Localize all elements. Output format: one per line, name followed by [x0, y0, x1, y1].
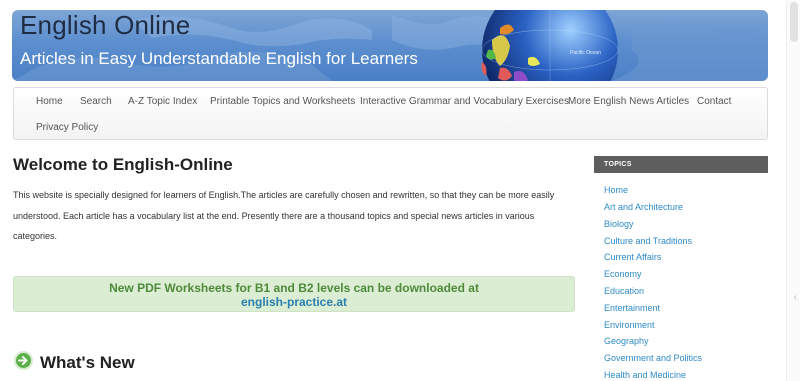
nav-interactive-exercises[interactable]: Interactive Grammar and Vocabulary Exerc…: [360, 96, 569, 107]
topic-link-environment[interactable]: Environment: [604, 320, 655, 330]
topic-link-art-architecture[interactable]: Art and Architecture: [604, 202, 683, 212]
topics-header: TOPICS: [594, 156, 768, 173]
side-collapse-icon[interactable]: ‹: [794, 292, 797, 303]
nav-privacy-policy[interactable]: Privacy Policy: [36, 122, 98, 133]
intro-paragraph: This website is specially designed for l…: [13, 190, 555, 241]
nav-home[interactable]: Home: [36, 96, 63, 107]
main-navigation: Home Search A-Z Topic Index Printable To…: [13, 87, 768, 140]
nav-search[interactable]: Search: [80, 96, 112, 107]
notice-text: New PDF Worksheets for B1 and B2 levels …: [109, 281, 479, 295]
topic-link-home[interactable]: Home: [604, 185, 628, 195]
nav-printable-topics[interactable]: Printable Topics and Worksheets: [210, 96, 355, 107]
nav-contact[interactable]: Contact: [697, 96, 731, 107]
topic-link-economy[interactable]: Economy: [604, 269, 642, 279]
scrollbar-thumb[interactable]: [790, 2, 798, 42]
nav-more-news[interactable]: More English News Articles: [568, 96, 689, 107]
topic-link-culture-traditions[interactable]: Culture and Traditions: [604, 236, 692, 246]
topic-link-health-medicine[interactable]: Health and Medicine: [604, 370, 686, 380]
globe-ocean-label: Pacific Ocean: [570, 50, 601, 56]
topic-link-education[interactable]: Education: [604, 286, 644, 296]
page-title: Welcome to English-Online: [13, 155, 233, 174]
header-banner: English Online Articles in Easy Understa…: [12, 10, 768, 81]
topic-link-current-affairs[interactable]: Current Affairs: [604, 252, 661, 262]
page-scrollbar[interactable]: [786, 0, 800, 381]
site-title[interactable]: English Online: [20, 10, 190, 41]
arrow-right-circle-icon: [14, 351, 33, 370]
topic-link-entertainment[interactable]: Entertainment: [604, 303, 660, 313]
topic-link-geography[interactable]: Geography: [604, 336, 649, 346]
nav-topic-index[interactable]: A-Z Topic Index: [128, 96, 197, 107]
english-practice-link[interactable]: english-practice.at: [14, 295, 574, 309]
site-subtitle: Articles in Easy Understandable English …: [20, 49, 418, 68]
whats-new-heading: What's New: [40, 353, 135, 372]
topic-link-government-politics[interactable]: Government and Politics: [604, 353, 702, 363]
globe-image: Pacific Ocean: [470, 10, 620, 81]
worksheet-notice: New PDF Worksheets for B1 and B2 levels …: [13, 276, 575, 312]
topic-link-biology[interactable]: Biology: [604, 219, 634, 229]
